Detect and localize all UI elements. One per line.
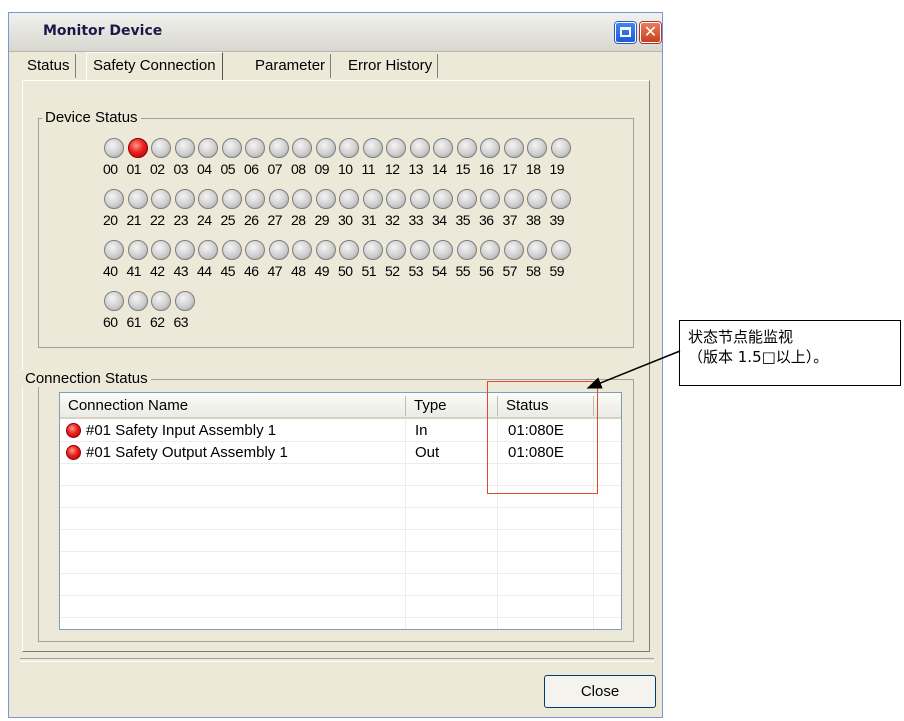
arrow-line [586, 350, 681, 389]
annotation-arrow [586, 350, 681, 389]
